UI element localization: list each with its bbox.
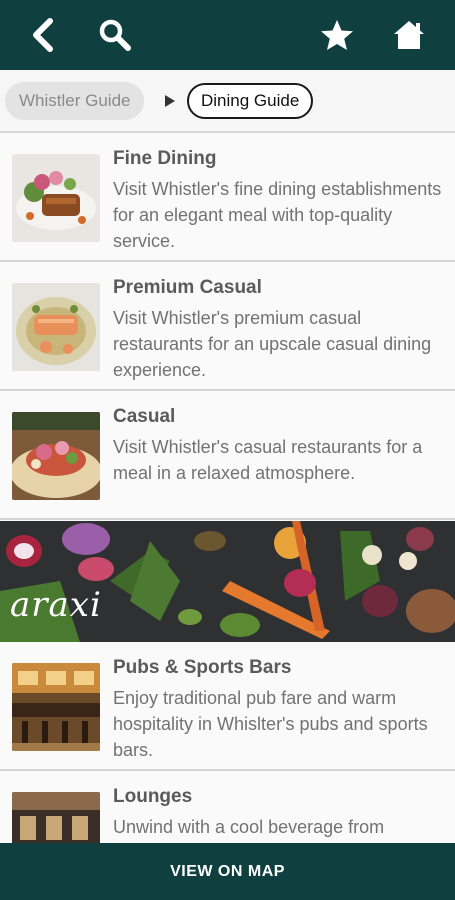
star-icon: [321, 20, 353, 50]
list-item-description: Visit Whistler's casual restaurants for …: [113, 437, 423, 483]
list-item-casual[interactable]: Casual Visit Whistler's casual restauran…: [0, 391, 455, 520]
breadcrumb: Whistler Guide Dining Guide: [0, 70, 455, 133]
home-button[interactable]: [388, 14, 430, 56]
casual-image: [12, 412, 100, 500]
chevron-left-icon: [33, 18, 53, 52]
list-item-description: Visit Whistler's premium casual restaura…: [113, 308, 432, 380]
favorite-button[interactable]: [316, 14, 358, 56]
pubs-image: [12, 663, 100, 751]
list-item-description: Visit Whistler's fine dining establishme…: [113, 179, 442, 251]
araxi-logo: araxi: [10, 585, 102, 625]
list-item-title: Pubs & Sports Bars: [113, 657, 292, 678]
fine-dining-image: [12, 154, 100, 242]
search-button[interactable]: [94, 14, 136, 56]
lounges-image: [12, 792, 100, 843]
chevron-right-icon: [165, 95, 175, 107]
list-item-title: Casual: [113, 406, 176, 427]
list-item-fine-dining[interactable]: Fine Dining Visit Whistler's fine dining…: [0, 133, 455, 262]
dining-category-list: Fine Dining Visit Whistler's fine dining…: [0, 133, 455, 843]
home-icon: [394, 21, 424, 49]
list-item-title: Fine Dining: [113, 148, 217, 169]
premium-casual-image: [12, 283, 100, 371]
list-item-title: Lounges: [113, 786, 193, 807]
view-on-map-button[interactable]: VIEW ON MAP: [0, 843, 455, 900]
list-item-description: Enjoy traditional pub fare and warm hosp…: [113, 688, 428, 760]
list-item-premium-casual[interactable]: Premium Casual Visit Whistler's premium …: [0, 262, 455, 391]
list-item-description: Unwind with a cool beverage from: [113, 817, 385, 837]
list-item-title: Premium Casual: [113, 277, 262, 298]
search-icon: [99, 19, 131, 51]
list-item-lounges[interactable]: Lounges Unwind with a cool beverage from: [0, 771, 455, 843]
araxi-ad-banner[interactable]: araxi: [0, 521, 455, 642]
breadcrumb-parent[interactable]: Whistler Guide: [5, 82, 145, 120]
breadcrumb-current[interactable]: Dining Guide: [187, 83, 314, 119]
top-app-bar: [0, 0, 455, 70]
back-button[interactable]: [22, 14, 64, 56]
list-item-pubs-sports-bars[interactable]: Pubs & Sports Bars Enjoy traditional pub…: [0, 642, 455, 771]
